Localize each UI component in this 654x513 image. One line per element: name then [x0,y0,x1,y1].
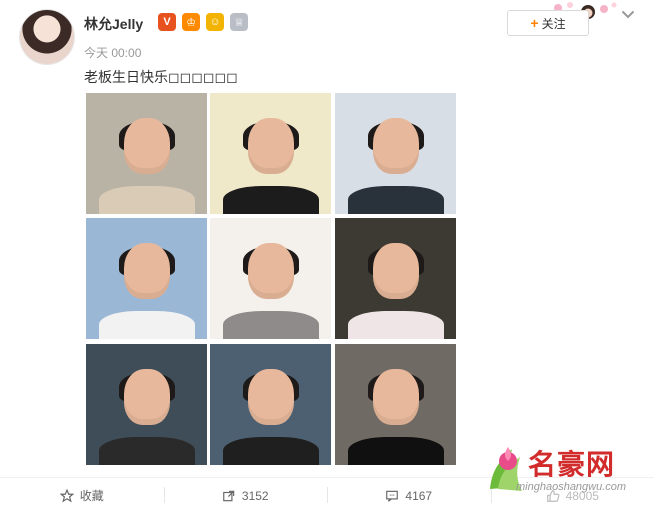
username[interactable]: 林允Jelly [84,14,143,34]
photo-thumbnail[interactable] [335,344,456,465]
photo-thumbnail[interactable] [335,93,456,214]
chevron-down-icon[interactable] [620,6,636,22]
star-icon [59,488,74,503]
photo-thumbnail[interactable] [86,93,207,214]
photo-thumbnail[interactable] [210,93,331,214]
follow-label: 关注 [541,16,566,31]
repost-button[interactable]: 3152 [163,478,328,513]
medal-icon[interactable]: ♕ [230,13,248,31]
favorite-label: 收藏 [79,489,104,503]
photo-thumbnail[interactable] [86,344,207,465]
post-time[interactable]: 今天 00:00 [84,44,141,61]
post-text: 老板生日快乐◻◻◻◻◻◻ [84,69,238,85]
photo-grid [86,93,456,465]
favorite-button[interactable]: 收藏 [0,478,164,513]
repost-count: 3152 [241,488,269,503]
comment-icon [386,490,399,502]
photo-thumbnail[interactable] [210,218,331,339]
comment-button[interactable]: 4167 [327,478,491,513]
photo-thumbnail[interactable] [210,344,331,465]
avatar[interactable] [20,10,74,64]
photo-thumbnail[interactable] [335,218,456,339]
watermark-site: minghaoshangwu.com [516,481,627,493]
smile-emoji-icon[interactable]: ☺ [206,13,224,31]
comment-count: 4167 [405,488,433,503]
watermark: 名豪网 minghaoshangwu.com [482,437,650,509]
plus-icon: + [530,15,539,31]
badge-row: V ♔ ☺ ♕ [158,13,248,31]
watermark-brand: 名豪网 [528,449,616,480]
repost-icon [223,490,235,501]
photo-thumbnail[interactable] [86,218,207,339]
follow-button[interactable]: + 关注 [507,10,589,36]
verified-badge-icon[interactable]: V [158,13,176,31]
vip-crown-icon[interactable]: ♔ [182,13,200,31]
